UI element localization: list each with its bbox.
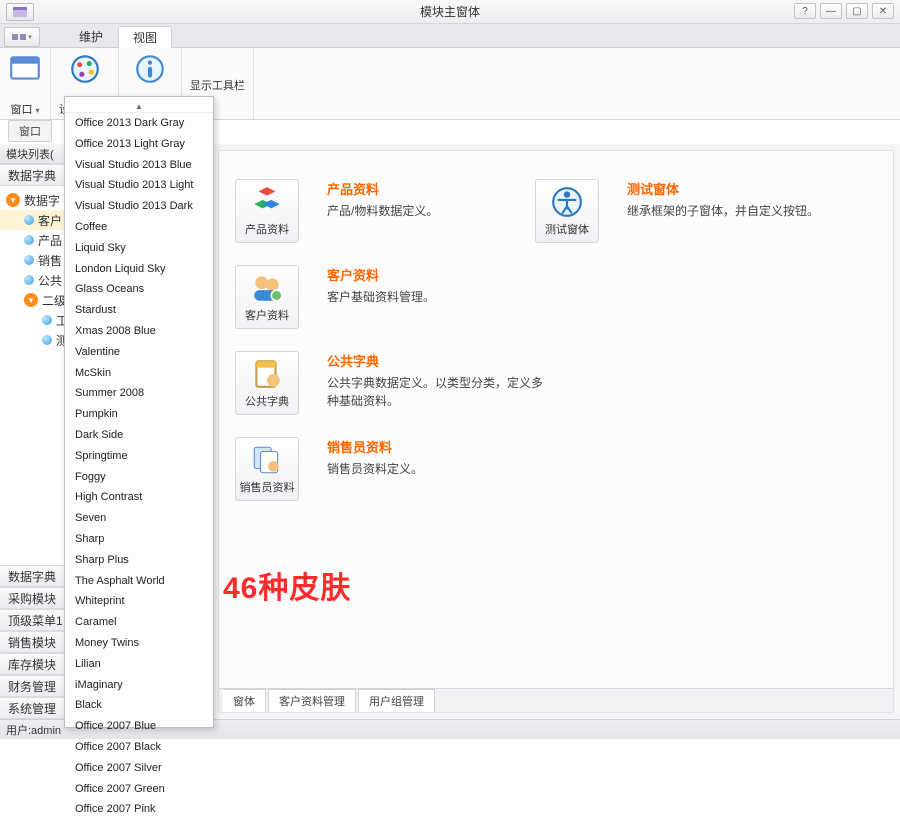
skin-menu-item[interactable]: Black <box>65 695 213 716</box>
maximize-button[interactable]: ▢ <box>846 3 868 19</box>
help-button[interactable]: ? <box>794 3 816 19</box>
skin-menu-item[interactable]: McSkin <box>65 363 213 384</box>
bottom-tab[interactable]: 窗体 <box>223 689 266 712</box>
skin-menu-item[interactable]: Lilian <box>65 654 213 675</box>
notebook-icon <box>250 357 284 391</box>
card-salesman[interactable]: 销售员资料 销售员资料销售员资料定义。 <box>235 437 547 501</box>
skin-menu-item[interactable]: Summer 2008 <box>65 383 213 404</box>
palette-icon <box>68 52 102 86</box>
skin-menu-item[interactable]: London Liquid Sky <box>65 259 213 280</box>
skin-menu-item[interactable]: Office 2007 Black <box>65 737 213 758</box>
accessibility-icon <box>550 185 584 219</box>
skin-menu-item[interactable]: Office 2007 Pink <box>65 799 213 820</box>
window-title: 模块主窗体 <box>0 3 900 20</box>
skin-menu-item[interactable]: Dark Side <box>65 425 213 446</box>
collapse-icon[interactable]: ▾ <box>6 193 20 207</box>
content-inner: 产品资料 产品资料产品/物料数据定义。 客户资料 客户资料客户基础资料管理。 公… <box>218 150 894 713</box>
bottom-tab[interactable]: 用户组管理 <box>358 689 435 712</box>
card-column-right: 测试窗体 测试窗体继承框架的子窗体，并自定义按钮。 <box>535 179 819 265</box>
docs-icon <box>250 443 284 477</box>
skin-menu-item[interactable]: Money Twins <box>65 633 213 654</box>
node-icon <box>24 275 34 285</box>
skin-menu-item[interactable]: Sharp <box>65 529 213 550</box>
ribbon-window-button[interactable]: 窗口 ▾ <box>0 48 51 119</box>
skin-menu-item[interactable]: Xmas 2008 Blue <box>65 321 213 342</box>
node-icon <box>42 335 52 345</box>
card-dictionary[interactable]: 公共字典 公共字典公共字典数据定义。以类型分类，定义多种基础资料。 <box>235 351 547 415</box>
node-icon <box>24 215 34 225</box>
skin-menu-item[interactable]: iMaginary <box>65 675 213 696</box>
skin-menu-item[interactable]: Sharp Plus <box>65 550 213 571</box>
card-customer[interactable]: 客户资料 客户资料客户基础资料管理。 <box>235 265 547 329</box>
skin-menu-item[interactable]: Office 2007 Silver <box>65 758 213 779</box>
scroll-up-arrow[interactable]: ▲ <box>65 101 213 113</box>
skin-menu-item[interactable]: Visual Studio 2013 Light <box>65 175 213 196</box>
chevron-down-icon: ▾ <box>36 106 40 115</box>
skin-menu-item[interactable]: Office 2013 Light Gray <box>65 134 213 155</box>
ribbon-tab-row: ▾ 维护 视图 <box>0 24 900 48</box>
skin-menu-item[interactable]: Pumpkin <box>65 404 213 425</box>
skin-menu-item[interactable]: Office 2013 Dark Gray <box>65 113 213 134</box>
node-icon <box>42 315 52 325</box>
bottom-tab[interactable]: 客户资料管理 <box>268 689 356 712</box>
skin-menu-item[interactable]: Whiteprint <box>65 591 213 612</box>
skin-menu-item[interactable]: Visual Studio 2013 Blue <box>65 155 213 176</box>
info-icon <box>133 52 167 86</box>
collapse-icon[interactable]: ▾ <box>24 293 38 307</box>
card-column-left: 产品资料 产品资料产品/物料数据定义。 客户资料 客户资料客户基础资料管理。 公… <box>235 179 547 523</box>
skin-dropdown[interactable]: ▲ Office 2013 Dark GrayOffice 2013 Light… <box>64 96 214 728</box>
skin-menu-item[interactable]: Liquid Sky <box>65 238 213 259</box>
users-icon <box>250 271 284 305</box>
skin-menu-item[interactable]: Office 2007 Green <box>65 779 213 800</box>
node-icon <box>24 235 34 245</box>
cubes-icon <box>250 185 284 219</box>
ribbon-toolbar-label: 显示工具栏 <box>190 77 245 93</box>
skin-menu-item[interactable]: High Contrast <box>65 487 213 508</box>
skin-menu-item[interactable]: Stardust <box>65 300 213 321</box>
ribbon-tab-maintain[interactable]: 维护 <box>64 25 118 47</box>
skin-menu-item[interactable]: Springtime <box>65 446 213 467</box>
status-user: 用户:admin <box>6 722 61 738</box>
skin-menu-item[interactable]: Visual Studio 2013 Dark <box>65 196 213 217</box>
skin-menu-item[interactable]: Valentine <box>65 342 213 363</box>
card-product[interactable]: 产品资料 产品资料产品/物料数据定义。 <box>235 179 547 243</box>
card-test-form[interactable]: 测试窗体 测试窗体继承框架的子窗体，并自定义按钮。 <box>535 179 819 243</box>
quick-access-toolbar[interactable]: ▾ <box>4 27 40 47</box>
bottom-tab-strip: 窗体 客户资料管理 用户组管理 <box>219 688 893 712</box>
window-buttons: ? — ▢ ✕ <box>794 3 894 19</box>
skin-menu-item[interactable]: Foggy <box>65 467 213 488</box>
skin-count-annotation: 46种皮肤 <box>223 563 351 607</box>
ribbon-window-label: 窗口 <box>10 104 32 116</box>
skin-menu-item[interactable]: Glass Oceans <box>65 279 213 300</box>
node-icon <box>24 255 34 265</box>
skin-menu-item[interactable]: The Asphalt World <box>65 571 213 592</box>
minimize-button[interactable]: — <box>820 3 842 19</box>
content-area: 产品资料 产品资料产品/物料数据定义。 客户资料 客户资料客户基础资料管理。 公… <box>212 144 900 719</box>
skin-menu-item[interactable]: Seven <box>65 508 213 529</box>
window-icon <box>8 52 42 86</box>
skin-menu-item[interactable]: Caramel <box>65 612 213 633</box>
close-button[interactable]: ✕ <box>872 3 894 19</box>
skin-menu-item[interactable]: Coffee <box>65 217 213 238</box>
skin-menu-item[interactable]: Office 2007 Blue <box>65 716 213 737</box>
ribbon-tab-view[interactable]: 视图 <box>118 26 172 48</box>
title-bar: 模块主窗体 ? — ▢ ✕ <box>0 0 900 24</box>
system-menu-button[interactable] <box>6 3 34 21</box>
